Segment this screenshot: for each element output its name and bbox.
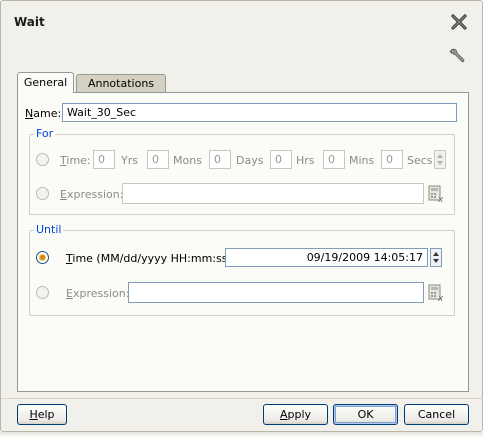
for-expression-input[interactable] [122,183,424,204]
until-datetime-spinner[interactable] [430,248,442,267]
general-panel: Name: Wait_30_Sec For Time: 0 Yrs 0 Mons… [17,92,469,392]
ok-button[interactable]: OK [333,404,398,425]
days-unit-label: Days [236,154,264,167]
for-expression-radio[interactable] [36,187,49,200]
help-button[interactable]: Help [17,404,67,425]
seconds-unit-label: Secs [407,154,433,167]
until-datetime-input[interactable]: 09/19/2009 14:05:17 [225,248,428,267]
until-expression-label: Expression: [66,287,130,300]
for-seconds-input[interactable]: 0 [381,150,403,169]
for-minutes-input[interactable]: 0 [323,150,345,169]
until-time-radio[interactable] [36,251,49,264]
svg-text:x: x [437,195,444,203]
until-expression-radio[interactable] [36,286,49,299]
months-unit-label: Mons [173,154,202,167]
for-months-input[interactable]: 0 [147,150,169,169]
name-input[interactable]: Wait_30_Sec [62,103,457,122]
for-years-input[interactable]: 0 [93,150,115,169]
until-expression-input[interactable] [128,282,424,303]
tab-annotations[interactable]: Annotations [76,74,166,92]
for-group: For Time: 0 Yrs 0 Mons 0 Days 0 Hrs 0 Mi… [29,127,455,215]
cancel-button[interactable]: Cancel [404,404,469,425]
dialog-bottom-shadow [0,432,483,438]
for-hours-input[interactable]: 0 [270,150,292,169]
svg-text:x: x [437,294,444,302]
wrench-icon[interactable] [448,47,466,65]
for-time-label: Time: [60,154,91,167]
for-seconds-spinner[interactable] [434,150,446,169]
tab-general[interactable]: General [17,72,74,93]
dialog-title: Wait [14,15,45,29]
until-time-label: Time (MM/dd/yyyy HH:mm:ss): [66,252,236,265]
wait-dialog: Wait General Annotations Name: Wait_30_S… [0,0,483,432]
close-icon[interactable] [450,13,468,31]
spinner-up-icon[interactable] [433,252,439,256]
button-separator [1,398,483,399]
spinner-up-icon[interactable] [437,154,443,158]
spinner-down-icon[interactable] [437,161,443,165]
for-expression-label: Expression: [60,188,124,201]
minutes-unit-label: Mins [349,154,375,167]
apply-button[interactable]: Apply [263,404,328,425]
spinner-down-icon[interactable] [433,259,439,263]
for-group-title: For [34,127,56,140]
until-group: Until Time (MM/dd/yyyy HH:mm:ss): 09/19/… [29,223,455,316]
until-group-title: Until [34,223,64,236]
name-label: Name: [25,107,62,120]
years-unit-label: Yrs [121,154,138,167]
for-days-input[interactable]: 0 [209,150,231,169]
for-time-radio[interactable] [36,153,49,166]
for-expression-builder-icon[interactable]: x [428,185,445,205]
until-expression-builder-icon[interactable]: x [428,284,445,304]
hours-unit-label: Hrs [296,154,315,167]
